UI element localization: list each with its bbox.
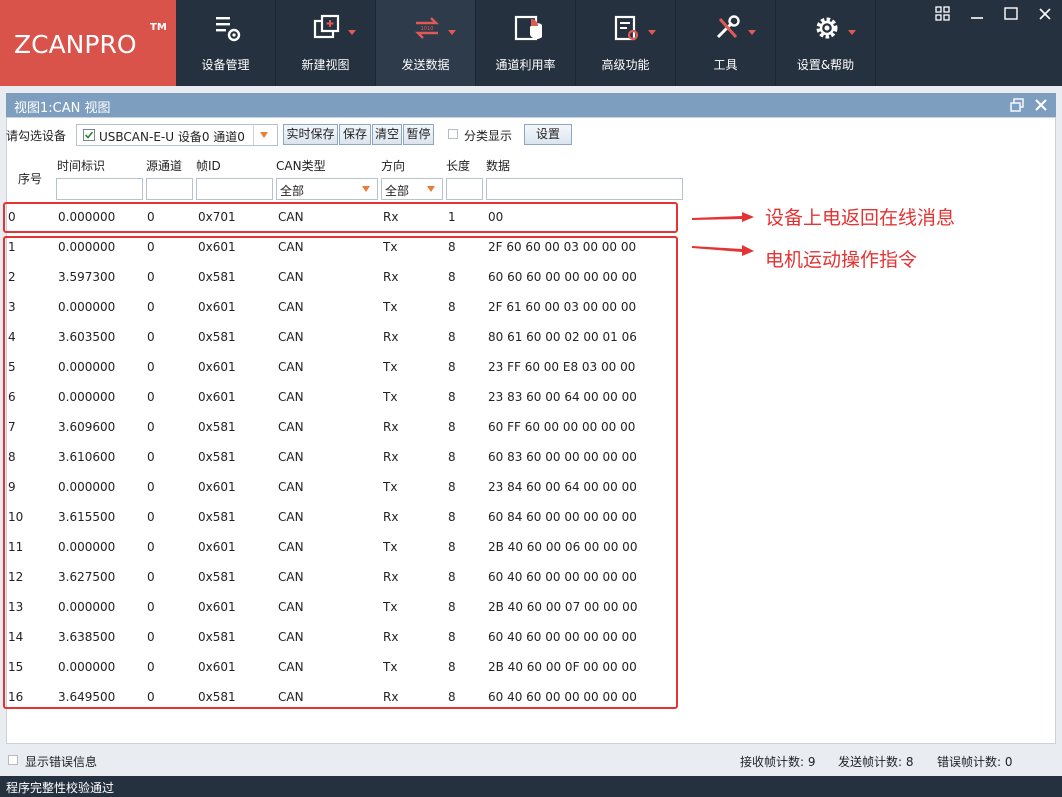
toolbar-tools-button[interactable]: 工具 xyxy=(676,0,776,86)
realtime-save-button[interactable]: 实时保存 xyxy=(283,124,338,145)
dir-filter-value: 全部 xyxy=(385,184,410,198)
caret-down-icon xyxy=(848,30,856,35)
bottom-message-bar: 程序完整性校验通过 xyxy=(0,776,1062,797)
dd-divider xyxy=(253,125,254,145)
caret-down-icon xyxy=(348,30,356,35)
check-icon xyxy=(84,131,94,139)
pause-button[interactable]: 暂停 xyxy=(403,124,434,145)
col-type: CAN类型 xyxy=(276,159,326,173)
logo-text: ZCANPRO xyxy=(14,30,137,59)
motor-cmd-highlight xyxy=(3,236,678,709)
annotation-arrows-icon xyxy=(692,212,754,256)
maximize-icon[interactable] xyxy=(1003,6,1019,22)
type-filter-value: 全部 xyxy=(280,184,305,198)
tools-icon xyxy=(716,15,740,39)
toolbar-label: 设备管理 xyxy=(201,58,250,72)
online-msg-annotation: 设备上电返回在线消息 xyxy=(765,207,956,229)
main-toolbar: 设备管理 新建视图 1010 发送数据 通道利用率 高级功能 工具 设置&帮助 xyxy=(176,0,876,86)
src-filter-input[interactable] xyxy=(146,178,193,200)
minimize-icon[interactable] xyxy=(969,6,985,22)
show-errors-label: 显示错误信息 xyxy=(25,755,98,769)
toolbar-send-data-button[interactable]: 1010 发送数据 xyxy=(376,0,476,86)
bottom-message: 程序完整性校验通过 xyxy=(6,781,115,795)
device-select-label: 请勾选设备 xyxy=(6,129,67,143)
show-errors-checkbox[interactable] xyxy=(8,755,18,765)
error-count: 错误帧计数: 0 xyxy=(937,755,1013,769)
svg-text:1010: 1010 xyxy=(421,26,434,32)
col-data: 数据 xyxy=(486,159,511,173)
caret-down-icon xyxy=(748,30,756,35)
new-view-icon xyxy=(313,14,340,39)
settings-button[interactable]: 设置 xyxy=(524,124,572,145)
device-select[interactable]: USBCAN-E-U 设备0 通道0 xyxy=(76,124,278,146)
toolbar-label: 高级功能 xyxy=(601,58,650,72)
data-filter-input[interactable] xyxy=(486,178,683,200)
view-title: 视图1:CAN 视图 xyxy=(14,101,111,116)
chevron-down-icon xyxy=(427,186,435,192)
advanced-icon xyxy=(614,15,639,41)
dir-filter-select[interactable]: 全部 xyxy=(381,178,443,200)
toolbar-device-manage-button[interactable]: 设备管理 xyxy=(176,0,276,86)
close-icon[interactable] xyxy=(1037,6,1053,22)
col-id: 帧ID xyxy=(196,159,221,173)
col-len: 长度 xyxy=(446,159,471,173)
toolbar-settings-button[interactable]: 设置&帮助 xyxy=(776,0,876,86)
col-seq: 序号 xyxy=(18,172,43,186)
view-title-bar: 视图1:CAN 视图 xyxy=(6,93,1056,117)
chevron-down-icon xyxy=(260,132,268,138)
caret-down-icon xyxy=(648,30,656,35)
layout-grid-icon[interactable] xyxy=(935,6,951,22)
device-bar: 请勾选设备 USBCAN-E-U 设备0 通道0 实时保存 保存 清空 暂停 分… xyxy=(6,124,1056,146)
toolbar-label: 新建视图 xyxy=(301,58,350,72)
category-label: 分类显示 xyxy=(464,129,513,143)
close-view-icon[interactable] xyxy=(1034,98,1048,112)
device-checkbox[interactable] xyxy=(83,129,95,141)
restore-view-icon[interactable] xyxy=(1010,98,1024,112)
toolbar-label: 发送数据 xyxy=(401,58,450,72)
motor-cmd-annotation: 电机运动操作指令 xyxy=(765,249,918,271)
type-filter-select[interactable]: 全部 xyxy=(276,178,378,200)
caret-down-icon xyxy=(448,30,456,35)
device-name: USBCAN-E-U 设备0 通道0 xyxy=(99,130,245,144)
time-filter-input[interactable] xyxy=(56,178,143,200)
logo-tm: TM xyxy=(150,22,167,33)
toolbar-label: 通道利用率 xyxy=(495,58,556,72)
send-data-icon: 1010 xyxy=(415,17,439,39)
len-filter-input[interactable] xyxy=(446,178,483,200)
col-src: 源通道 xyxy=(146,159,183,173)
top-toolbar: ZCANPRO TM 设备管理 新建视图 1010 发送数据 通道利用率 高级功能 工具 设置… xyxy=(0,0,1062,86)
category-checkbox[interactable] xyxy=(448,129,458,139)
col-time: 时间标识 xyxy=(57,159,106,173)
tx-count: 发送帧计数: 8 xyxy=(838,755,914,769)
settings-icon xyxy=(816,17,838,39)
chevron-down-icon xyxy=(362,186,370,192)
save-button[interactable]: 保存 xyxy=(339,124,371,145)
toolbar-label: 设置&帮助 xyxy=(796,58,855,72)
clear-button[interactable]: 清空 xyxy=(372,124,402,145)
app-logo: ZCANPRO TM xyxy=(0,0,176,86)
id-filter-input[interactable] xyxy=(196,178,273,200)
toolbar-new-view-button[interactable]: 新建视图 xyxy=(276,0,376,86)
col-dir: 方向 xyxy=(381,159,406,173)
online-msg-highlight xyxy=(3,202,678,233)
rx-count: 接收帧计数: 9 xyxy=(740,755,816,769)
status-bar: 显示错误信息 接收帧计数: 9 发送帧计数: 8 错误帧计数: 0 xyxy=(0,744,1062,776)
toolbar-channel-usage-button[interactable]: 通道利用率 xyxy=(476,0,576,86)
channel-usage-icon xyxy=(514,15,542,41)
toolbar-label: 工具 xyxy=(713,58,738,72)
device-manage-icon xyxy=(216,17,241,42)
toolbar-advanced-button[interactable]: 高级功能 xyxy=(576,0,676,86)
